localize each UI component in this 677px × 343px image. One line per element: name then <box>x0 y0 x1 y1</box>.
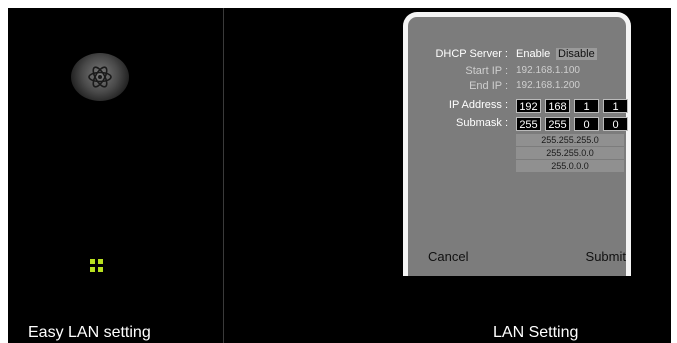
submask-option[interactable]: 255.255.0.0 <box>516 147 624 160</box>
submask-label: Submask : <box>456 117 508 129</box>
submask-options-list: 255.255.255.0 255.255.0.0 255.0.0.0 <box>516 134 624 173</box>
logo <box>71 53 129 101</box>
start-ip-value: 192.168.1.100 <box>516 65 580 76</box>
submask-octet-1[interactable]: 255 <box>516 117 541 131</box>
device-screen: Easy LAN setting DHCP Server : Enable Di… <box>8 8 671 343</box>
end-ip-value: 192.168.1.200 <box>516 80 580 91</box>
dhcp-disable-option[interactable]: Disable <box>556 48 597 60</box>
ip-address-label: IP Address : <box>448 99 508 111</box>
submask-option[interactable]: 255.0.0.0 <box>516 160 624 173</box>
lan-setting-caption: LAN Setting <box>493 324 579 341</box>
pane-divider <box>223 8 224 343</box>
submask-octet-3[interactable]: 0 <box>574 117 599 131</box>
atom-icon <box>88 66 112 88</box>
dhcp-server-label: DHCP Server : <box>435 48 508 60</box>
start-ip-label: Start IP : <box>465 65 508 77</box>
grid-icon[interactable] <box>90 259 104 273</box>
dhcp-enable-option[interactable]: Enable <box>516 48 550 60</box>
submask-octet-4[interactable]: 0 <box>603 117 628 131</box>
submask-octet-2[interactable]: 255 <box>545 117 570 131</box>
submask-option[interactable]: 255.255.255.0 <box>516 134 624 147</box>
easy-lan-setting-caption: Easy LAN setting <box>28 324 151 341</box>
ip-octet-3[interactable]: 1 <box>574 99 599 113</box>
cancel-button[interactable]: Cancel <box>428 249 468 264</box>
submit-button[interactable]: Submit <box>586 249 626 264</box>
ip-octet-2[interactable]: 168 <box>545 99 570 113</box>
lan-setting-dialog: DHCP Server : Enable Disable Start IP : … <box>403 12 631 276</box>
ip-octet-1[interactable]: 192 <box>516 99 541 113</box>
ip-octet-4[interactable]: 1 <box>603 99 628 113</box>
end-ip-label: End IP : <box>469 80 508 92</box>
